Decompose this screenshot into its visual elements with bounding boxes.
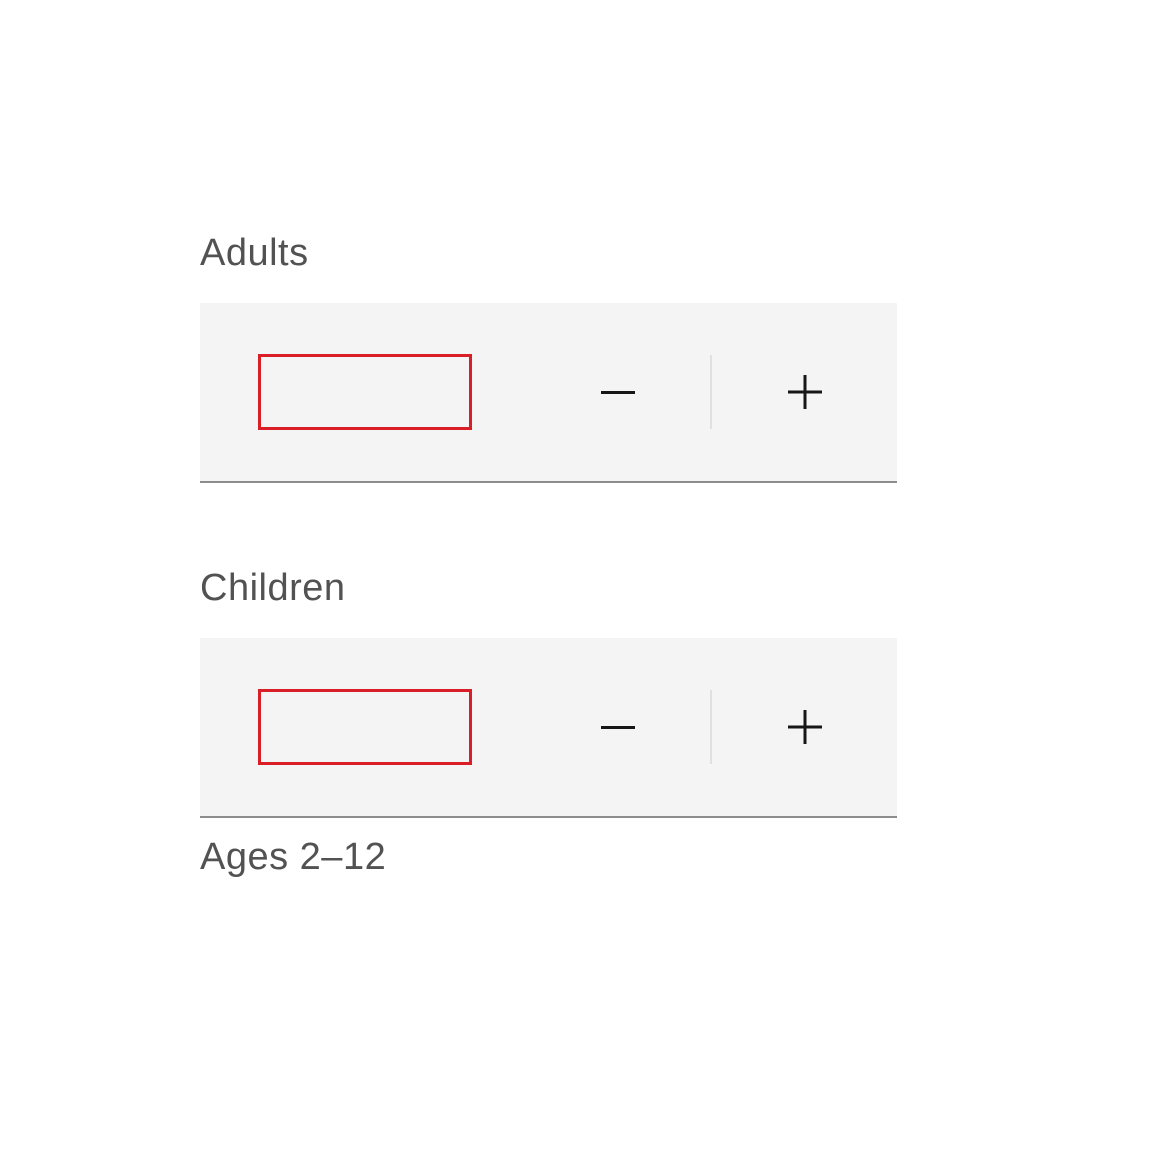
adults-decrement-button[interactable] (525, 303, 710, 481)
adults-stepper-group: Adults (200, 232, 897, 483)
minus-icon (601, 726, 635, 729)
children-value-input[interactable] (258, 689, 472, 765)
minus-icon (601, 391, 635, 394)
children-stepper-group: Children Ages 2–12 (200, 567, 897, 879)
adults-value-input[interactable] (258, 354, 472, 430)
children-label: Children (200, 567, 897, 610)
children-stepper-row (200, 638, 897, 818)
adults-label: Adults (200, 232, 897, 275)
adults-increment-button[interactable] (712, 303, 897, 481)
quantity-steppers-container: Adults Children (200, 232, 897, 879)
plus-icon (788, 710, 822, 744)
plus-icon (788, 375, 822, 409)
children-helper-text: Ages 2–12 (200, 836, 897, 879)
adults-controls (525, 303, 897, 481)
adults-stepper-row (200, 303, 897, 483)
children-controls (525, 638, 897, 816)
children-decrement-button[interactable] (525, 638, 710, 816)
children-increment-button[interactable] (712, 638, 897, 816)
